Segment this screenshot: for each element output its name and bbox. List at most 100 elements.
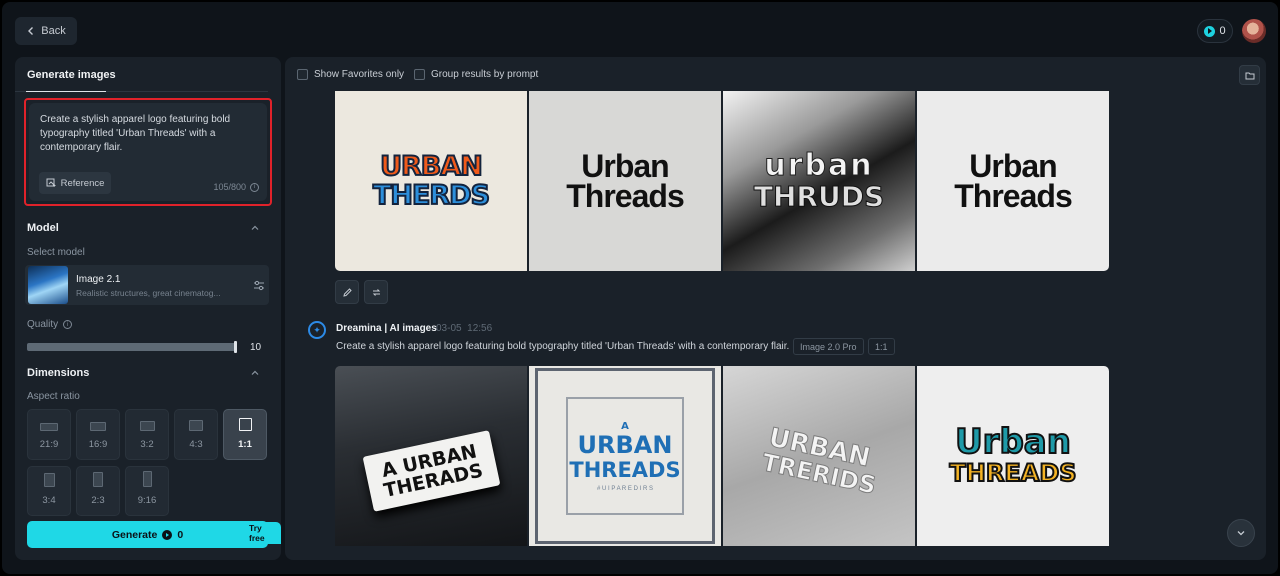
pencil-icon xyxy=(342,287,352,297)
edit-button[interactable] xyxy=(335,280,359,304)
logo-text: Threads xyxy=(954,178,1072,214)
folder-button[interactable] xyxy=(1239,65,1260,85)
quality-slider[interactable] xyxy=(27,343,237,351)
char-counter: 105/800 i xyxy=(213,182,259,192)
reference-button[interactable]: Reference xyxy=(39,172,111,194)
group-by-prompt-toggle[interactable]: Group results by prompt xyxy=(414,69,538,80)
chevron-up-icon[interactable] xyxy=(251,369,259,377)
prompt-input[interactable]: Create a stylish apparel logo featuring … xyxy=(29,103,267,201)
user-avatar[interactable] xyxy=(1242,19,1266,43)
reference-label: Reference xyxy=(60,177,105,189)
generate-cost: 0 xyxy=(177,528,184,541)
show-favorites-toggle[interactable]: Show Favorites only xyxy=(297,69,404,80)
tab-generate-images[interactable]: Generate images xyxy=(27,69,116,81)
credit-coin-icon xyxy=(162,529,173,540)
result-row-1: URBAN THERDS Urban Threads urban THRUDS … xyxy=(335,91,1109,271)
ratio-tag: 1:1 xyxy=(868,338,895,355)
quality-value: 10 xyxy=(250,342,262,353)
result-image[interactable]: urban THRUDS xyxy=(723,91,915,271)
chevron-down-icon xyxy=(1237,531,1245,536)
dimensions-heading: Dimensions xyxy=(27,367,90,379)
info-icon[interactable]: i xyxy=(250,182,259,192)
regenerate-button[interactable] xyxy=(364,280,388,304)
refresh-icon xyxy=(372,288,380,296)
model-selector[interactable]: Image 2.1 Realistic structures, great ci… xyxy=(25,265,269,305)
generate-button[interactable]: Generate 0 xyxy=(27,521,268,548)
quality-slider-handle[interactable] xyxy=(234,341,237,353)
ratio-label: 3:2 xyxy=(140,439,154,450)
ratio-shape xyxy=(43,473,55,487)
dreamina-logo-icon xyxy=(308,321,326,339)
ratio-label: 3:4 xyxy=(42,495,56,506)
result-image[interactable]: URBAN THERDS xyxy=(335,91,527,271)
logo-subtext: # U I P A R E D I R S xyxy=(597,485,653,492)
back-button[interactable]: Back xyxy=(15,17,77,45)
result-image[interactable]: URBAN TRERIDS xyxy=(723,366,915,546)
back-label: Back xyxy=(41,25,66,37)
ratio-label: 21:9 xyxy=(39,439,59,450)
model-thumbnail xyxy=(28,266,68,304)
ratio-shape xyxy=(142,471,152,487)
show-favorites-checkbox[interactable] xyxy=(297,69,308,80)
logo-text: THREADS xyxy=(569,457,681,482)
prompt-text[interactable]: Create a stylish apparel logo featuring … xyxy=(40,113,250,155)
ratio-option-9-16[interactable]: 9:16 xyxy=(125,466,169,516)
prompt-highlight: Create a stylish apparel logo featuring … xyxy=(24,98,272,206)
ratio-shape xyxy=(139,421,155,431)
ratio-shape xyxy=(93,472,103,487)
credit-coin-icon xyxy=(1204,25,1216,37)
logo-text: THREADS xyxy=(948,458,1077,488)
results-panel: Show Favorites only Group results by pro… xyxy=(285,57,1266,560)
ratio-shape xyxy=(238,418,252,431)
logo-text: Urban xyxy=(581,148,669,184)
ratio-label: 9:16 xyxy=(137,495,157,506)
try-free-badge: Try free xyxy=(245,522,281,544)
generation-prompt[interactable]: Create a stylish apparel logo featuring … xyxy=(336,341,789,352)
logo-text: THERDS xyxy=(372,180,491,211)
logo-text: Urban xyxy=(969,148,1057,184)
ratio-shape xyxy=(90,422,106,431)
credits-count: 0 xyxy=(1219,25,1226,37)
result-row-2: A URBAN THERADS A URBAN THREADS # U I P … xyxy=(335,366,1109,546)
credits-badge[interactable]: 0 xyxy=(1197,19,1233,43)
ratio-label: 1:1 xyxy=(238,439,252,450)
logo-text: THRUDS xyxy=(753,180,885,213)
logo-inner-frame: A URBAN THREADS # U I P A R E D I R S xyxy=(566,397,684,515)
ratio-option-3-2[interactable]: 3:2 xyxy=(125,409,169,460)
image-reference-icon xyxy=(46,178,56,187)
group-by-prompt-checkbox[interactable] xyxy=(414,69,425,80)
chevron-left-icon xyxy=(28,27,34,35)
model-description: Realistic structures, great cinematog... xyxy=(76,288,221,298)
quality-info-icon[interactable]: i xyxy=(63,320,73,329)
char-count: 105/800 xyxy=(213,182,246,192)
app-window: Back 0 Generate images Create a stylish … xyxy=(2,2,1278,574)
chevron-up-icon[interactable] xyxy=(251,224,259,232)
logo-text: URBAN xyxy=(379,151,484,182)
ratio-option-4-3[interactable]: 4:3 xyxy=(174,409,218,460)
logo-text: Urban xyxy=(954,422,1072,462)
ratio-label: 2:3 xyxy=(91,495,105,506)
ratio-option-3-4[interactable]: 3:4 xyxy=(27,466,71,516)
show-favorites-label: Show Favorites only xyxy=(314,69,405,80)
result-image[interactable]: Urban Threads xyxy=(917,91,1109,271)
date-text: 03-05 xyxy=(436,323,462,334)
quality-label: Quality xyxy=(27,319,59,330)
logo-text: URBAN xyxy=(577,430,673,459)
model-heading: Model xyxy=(27,222,59,234)
scroll-down-button[interactable] xyxy=(1227,519,1255,547)
ratio-option-1-1[interactable]: 1:1 xyxy=(223,409,267,460)
ratio-option-21-9[interactable]: 21:9 xyxy=(27,409,71,460)
model-name: Image 2.1 xyxy=(76,274,121,285)
result-image[interactable]: Urban Threads xyxy=(529,91,721,271)
ratio-option-2-3[interactable]: 2:3 xyxy=(76,466,120,516)
sliders-icon[interactable] xyxy=(253,280,265,291)
ratio-option-16-9[interactable]: 16:9 xyxy=(76,409,120,460)
tab-underline xyxy=(15,91,268,92)
logo-text: Threads xyxy=(566,178,684,214)
ratio-label: 16:9 xyxy=(88,439,108,450)
result-image[interactable]: Urban THREADS xyxy=(917,366,1109,546)
result-image[interactable]: A URBAN THREADS # U I P A R E D I R S xyxy=(529,366,721,546)
result-image[interactable]: A URBAN THERADS xyxy=(335,366,527,546)
model-tag: Image 2.0 Pro xyxy=(793,338,864,355)
time-text: 12:56 xyxy=(467,323,493,334)
